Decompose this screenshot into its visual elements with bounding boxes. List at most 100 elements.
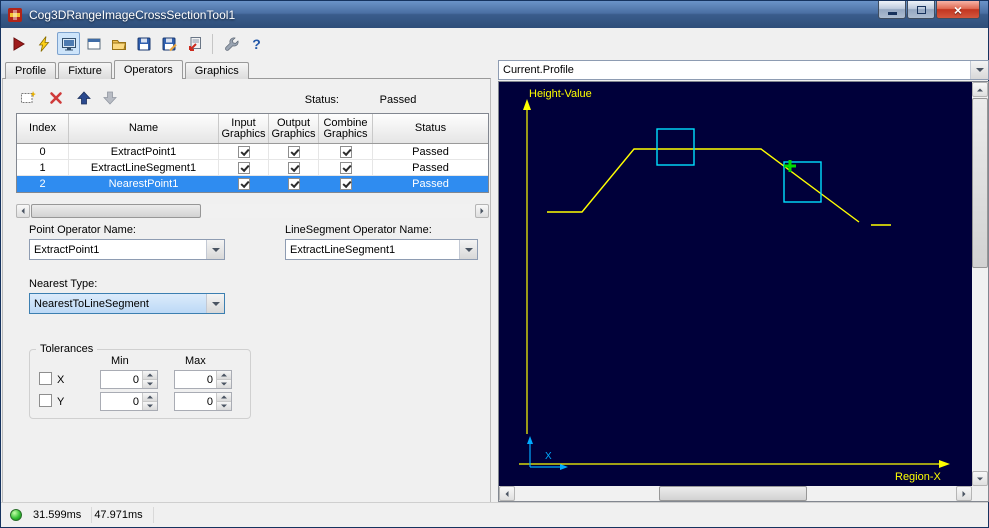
tab-operators[interactable]: Operators [113, 60, 183, 79]
column-header-name[interactable]: Name [69, 114, 219, 143]
save-as-button[interactable] [157, 32, 180, 55]
spin-up-button[interactable] [143, 371, 157, 380]
close-button[interactable]: × [936, 1, 980, 19]
combine-graphics-checkbox[interactable] [339, 161, 352, 174]
scroll-thumb[interactable] [659, 486, 807, 501]
spin-up-button[interactable] [143, 393, 157, 402]
move-down-button[interactable] [100, 88, 120, 108]
point-operator-combo[interactable]: ExtractPoint1 [29, 239, 225, 260]
scroll-right-button[interactable] [475, 204, 489, 218]
app-window: Cog3DRangeImageCrossSectionTool1 × ? Pro… [0, 0, 989, 528]
spin-down-button[interactable] [217, 402, 231, 410]
output-graphics-checkbox[interactable] [287, 177, 300, 190]
y-min-spinner[interactable]: 0 [100, 392, 158, 411]
output-graphics-checkbox[interactable] [287, 145, 300, 158]
chevron-down-icon[interactable] [206, 240, 224, 259]
open-folder-icon [111, 39, 126, 50]
save-button[interactable] [132, 32, 155, 55]
minimize-button[interactable] [878, 1, 906, 19]
lightning-icon [38, 35, 49, 52]
tab-label: Profile [15, 65, 47, 77]
input-graphics-checkbox[interactable] [237, 177, 250, 190]
profile-polyline [547, 148, 860, 223]
x-tolerance-label: X [57, 374, 65, 386]
chevron-down-icon[interactable] [459, 240, 477, 259]
profile-plot[interactable]: X Height-Value Region-X [499, 82, 972, 486]
x-tolerance-checkbox[interactable] [39, 372, 52, 385]
spin-up-button[interactable] [217, 371, 231, 380]
table-row-selected[interactable]: 2 NearestPoint1 Passed [17, 176, 488, 192]
scroll-thumb[interactable] [31, 204, 201, 218]
arrow-down-icon [977, 477, 983, 480]
tab-fixture[interactable]: Fixture [58, 62, 112, 79]
cell-status: Passed [373, 160, 488, 176]
combine-graphics-checkbox[interactable] [339, 145, 352, 158]
chevron-down-icon[interactable] [970, 61, 988, 79]
scroll-up-button[interactable] [972, 82, 988, 97]
column-header-input-graphics[interactable]: Input Graphics [219, 114, 269, 143]
input-graphics-checkbox[interactable] [237, 161, 250, 174]
chevron-down-icon[interactable] [206, 294, 224, 313]
spin-down-button[interactable] [217, 380, 231, 388]
spin-down-button[interactable] [143, 402, 157, 410]
x-min-spinner[interactable]: 0 [100, 370, 158, 389]
arrow-down-icon [147, 382, 153, 386]
linesegment-operator-combo[interactable]: ExtractLineSegment1 [285, 239, 478, 260]
scroll-down-button[interactable] [972, 471, 988, 486]
horizontal-scrollbar [499, 486, 972, 501]
spin-up-button[interactable] [217, 393, 231, 402]
mini-axis-up-arrow-icon [527, 436, 533, 444]
delete-operator-button[interactable] [46, 88, 66, 108]
column-header-combine-graphics[interactable]: Combine Graphics [319, 114, 373, 143]
cell-output-graphics [269, 176, 319, 192]
y-tolerance-checkbox[interactable] [39, 394, 52, 407]
spin-down-button[interactable] [143, 380, 157, 388]
arrow-up-icon [221, 395, 227, 399]
float-window-button[interactable] [82, 32, 105, 55]
maximize-button[interactable] [907, 1, 935, 19]
move-up-button[interactable] [74, 88, 94, 108]
combine-graphics-checkbox[interactable] [339, 177, 352, 190]
status-label: Status: [304, 94, 339, 106]
splitter[interactable] [491, 59, 498, 503]
table-row[interactable]: 0 ExtractPoint1 Passed [17, 144, 488, 160]
scroll-left-button[interactable] [499, 486, 515, 501]
column-header-index[interactable]: Index [17, 114, 69, 143]
x-max-spinner[interactable]: 0 [174, 370, 232, 389]
run-button[interactable] [7, 32, 30, 55]
tab-graphics[interactable]: Graphics [184, 62, 249, 79]
scroll-left-button[interactable] [16, 204, 30, 218]
scroll-right-button[interactable] [956, 486, 972, 501]
maximize-icon [916, 5, 926, 14]
arrow-up-icon [221, 373, 227, 377]
live-run-button[interactable] [32, 32, 55, 55]
cell-output-graphics [269, 144, 319, 160]
nearest-type-combo[interactable]: NearestToLineSegment [29, 293, 225, 314]
scroll-thumb[interactable] [972, 98, 988, 268]
tolerances-groupbox: Tolerances Min Max X 0 0 Y 0 0 [29, 343, 251, 419]
tab-profile[interactable]: Profile [5, 62, 57, 79]
region-box-0[interactable] [656, 128, 695, 166]
arrow-right-icon [480, 208, 484, 214]
output-graphics-checkbox[interactable] [287, 161, 300, 174]
input-graphics-checkbox[interactable] [237, 145, 250, 158]
y-tolerance-label: Y [57, 396, 65, 408]
help-icon: ? [252, 35, 261, 52]
help-button[interactable]: ? [245, 32, 268, 55]
tolerances-title: Tolerances [36, 343, 98, 355]
open-button[interactable] [107, 32, 130, 55]
display-selector-combo[interactable]: Current.Profile [498, 60, 989, 80]
add-operator-button[interactable] [18, 88, 38, 108]
column-header-status[interactable]: Status [373, 114, 488, 143]
table-row[interactable]: 1 ExtractLineSegment1 Passed [17, 160, 488, 176]
y-max-spinner[interactable]: 0 [174, 392, 232, 411]
settings-button[interactable] [220, 32, 243, 55]
x-axis-arrow-icon [939, 460, 950, 468]
column-header-output-graphics[interactable]: Output Graphics [269, 114, 319, 143]
import-button[interactable] [182, 32, 205, 55]
main-toolbar: ? [1, 28, 988, 59]
show-display-button[interactable] [57, 32, 80, 55]
y-axis-arrow-icon [523, 99, 531, 110]
arrow-right-icon [962, 490, 966, 497]
delete-icon [50, 92, 62, 104]
